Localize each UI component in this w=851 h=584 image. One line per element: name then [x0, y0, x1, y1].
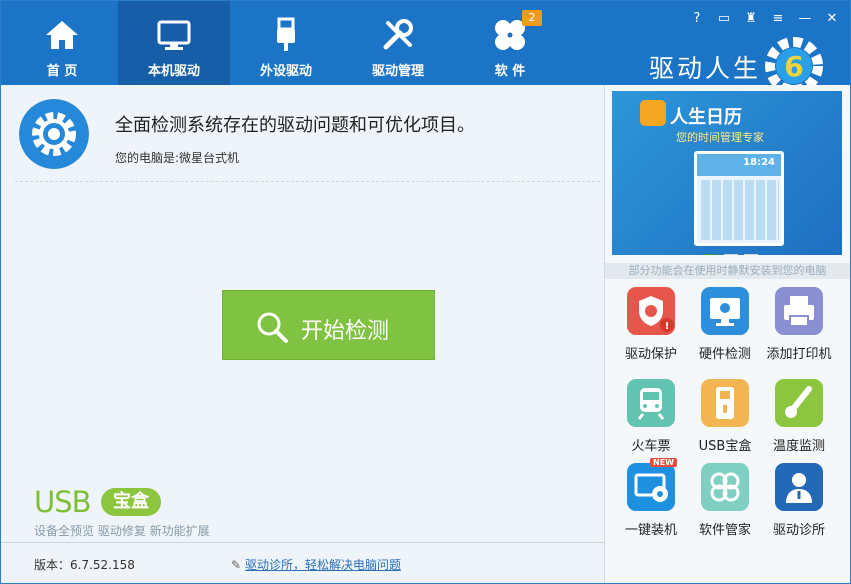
- clover-icon: [710, 472, 740, 502]
- printer-icon: [784, 296, 814, 327]
- tool-software-manager[interactable]: 软件管家: [690, 463, 760, 543]
- computer-info: 您的电脑是:微星台式机: [115, 151, 240, 165]
- clinic-link-text: 驱动诊所，轻松解决电脑问题: [245, 558, 402, 572]
- tool-driver-protection[interactable]: ! 驱动保护: [616, 287, 686, 367]
- monitor-gear-icon: [710, 298, 740, 326]
- calendar-app-icon: [640, 100, 666, 126]
- divider: [15, 181, 600, 182]
- banner-dot[interactable]: [744, 254, 758, 255]
- banner-phone-time: 18:24: [743, 157, 775, 168]
- usb-box-subtitle: 设备全预览 驱动修复 新功能扩展: [34, 524, 210, 538]
- page-headline: 全面检测系统存在的驱动问题和可优化项目。: [115, 115, 475, 136]
- tool-driver-clinic[interactable]: 驱动诊所: [764, 463, 834, 543]
- start-scan-button[interactable]: 开始检测: [222, 290, 435, 360]
- close-icon[interactable]: ✕: [822, 9, 842, 29]
- menu-icon[interactable]: ≡: [768, 9, 788, 29]
- svg-text:!: !: [665, 321, 670, 332]
- usb-plug-icon: [277, 17, 295, 51]
- footer-divider: [1, 542, 604, 543]
- silent-install-notice: 部分功能会在使用时静默安装到您的电脑: [605, 263, 850, 279]
- right-panel: 人生日历 您的时间管理专家 18:24 部分功能会在使用时静默安装到您的电脑 !…: [604, 85, 850, 583]
- tool-temperature-monitor[interactable]: 温度监测: [764, 379, 834, 459]
- nav-local-drivers-label: 本机驱动: [147, 64, 200, 79]
- nav-software-label: 软 件: [494, 64, 526, 79]
- tool-one-click-install[interactable]: NEW 一键装机: [616, 458, 686, 543]
- nav-driver-management-label: 驱动管理: [371, 64, 424, 79]
- svg-text:6: 6: [784, 50, 803, 83]
- tool-train-ticket[interactable]: 火车票: [616, 379, 686, 459]
- banner-dot[interactable]: [724, 254, 738, 255]
- nav-peripheral-drivers[interactable]: 外设驱动: [230, 1, 342, 85]
- brand-name: 驱动人生: [649, 54, 762, 83]
- banner-dot[interactable]: [704, 254, 718, 255]
- minimize-icon[interactable]: —: [795, 9, 815, 29]
- wrench-icon: ✎: [231, 558, 242, 572]
- brand-logo-icon: 6: [765, 37, 823, 93]
- help-icon[interactable]: ?: [687, 9, 707, 29]
- skin-icon[interactable]: ♜: [741, 9, 761, 29]
- software-update-badge: 2: [522, 10, 542, 26]
- nav-peripheral-drivers-label: 外设驱动: [259, 64, 312, 79]
- tool-hardware-check[interactable]: 硬件检测: [690, 287, 760, 367]
- banner-subtitle: 您的时间管理专家: [676, 131, 764, 144]
- install-disc-icon: [634, 473, 668, 502]
- home-icon: [46, 21, 78, 49]
- top-nav-bar: 首 页 本机驱动 外设驱动 驱动管理 软 件 2 ? ▭ ♜ ≡ — ✕ 驱动人…: [1, 1, 850, 93]
- new-tag: NEW: [650, 458, 677, 467]
- monitor-icon: [157, 20, 191, 50]
- nav-software[interactable]: 软 件: [454, 1, 566, 85]
- doctor-icon: [786, 473, 812, 503]
- version-label: 版本：6.7.52.158: [34, 558, 135, 572]
- calendar-ad-banner[interactable]: 人生日历 您的时间管理专家 18:24: [612, 91, 842, 255]
- banner-calendar-screenshot: 18:24: [694, 151, 784, 246]
- usb-icon: [716, 387, 734, 419]
- tool-usb-box[interactable]: USB宝盒: [690, 379, 760, 459]
- nav-home[interactable]: 首 页: [6, 1, 118, 85]
- clinic-link[interactable]: ✎ 驱动诊所，轻松解决电脑问题: [231, 556, 401, 573]
- start-scan-label: 开始检测: [301, 319, 390, 344]
- train-icon: [637, 388, 665, 420]
- app-window: 首 页 本机驱动 外设驱动 驱动管理 软 件 2 ? ▭ ♜ ≡ — ✕ 驱动人…: [0, 0, 851, 584]
- tools-icon: [383, 19, 413, 50]
- nav-driver-management[interactable]: 驱动管理: [342, 1, 454, 85]
- tool-label: 温度监测: [772, 439, 825, 454]
- tool-label: 添加打印机: [766, 347, 832, 362]
- feedback-icon[interactable]: ▭: [714, 9, 734, 29]
- usb-logo-badge: 宝盒: [101, 488, 161, 516]
- scan-gear-icon: [19, 99, 89, 169]
- shield-gear-icon: !: [639, 296, 674, 332]
- tool-add-printer[interactable]: 添加打印机: [764, 287, 834, 367]
- nav-local-drivers[interactable]: 本机驱动: [118, 1, 230, 85]
- tool-label: 驱动诊所: [772, 523, 825, 538]
- nav-home-label: 首 页: [46, 64, 78, 79]
- usb-logo-text: USB: [34, 485, 92, 519]
- thermometer-icon: [785, 386, 812, 418]
- search-icon: [257, 312, 288, 343]
- banner-title: 人生日历: [670, 107, 742, 128]
